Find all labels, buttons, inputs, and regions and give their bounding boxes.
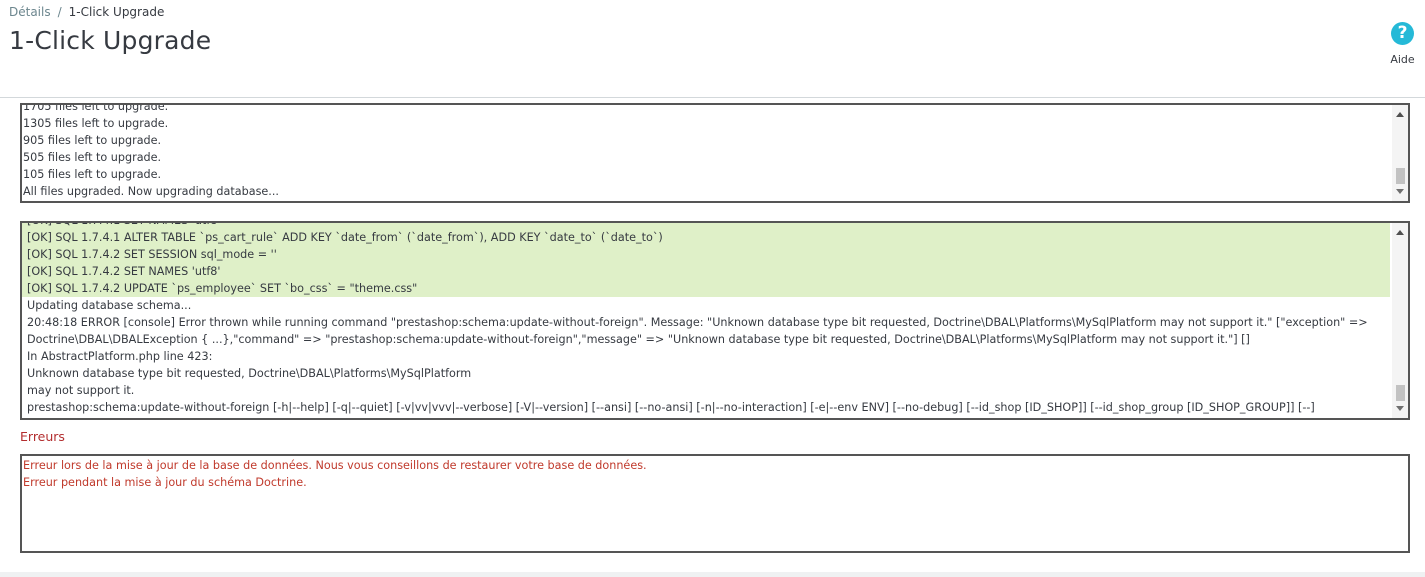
page-header: Détails/1-Click Upgrade 1-Click Upgrade … (0, 0, 1425, 98)
files-log-line: 1705 files left to upgrade. (23, 105, 169, 113)
files-log-line: All files upgraded. Now upgrading databa… (23, 185, 279, 198)
sql-ok-line: [OK] SQL 1.7.4.2 UPDATE `ps_employee` SE… (22, 280, 1390, 297)
help-label: Aide (1390, 53, 1415, 66)
upgrade-content: 1705 files left to upgrade. 1305 files le… (0, 98, 1425, 572)
errors-text: Erreur lors de la mise à jour de la base… (22, 456, 1390, 551)
files-log-scrollbar[interactable] (1392, 105, 1408, 201)
database-log-text: [OK] SQL 1.7.4.1 SET NAMES 'utf8'[OK] SQ… (22, 223, 1390, 418)
help-circle-icon: ? (1391, 22, 1414, 45)
error-message: Erreur pendant la mise à jour du schéma … (23, 476, 307, 489)
scroll-down-arrow-icon[interactable] (1396, 406, 1404, 411)
files-upgrade-log[interactable]: 1705 files left to upgrade. 1305 files le… (20, 103, 1410, 203)
database-log-scrollbar[interactable] (1392, 223, 1408, 418)
database-upgrade-log[interactable]: [OK] SQL 1.7.4.1 SET NAMES 'utf8'[OK] SQ… (20, 221, 1410, 420)
files-log-text: 1705 files left to upgrade. 1305 files le… (22, 105, 1390, 201)
errors-box[interactable]: Erreur lors de la mise à jour de la base… (20, 454, 1410, 553)
breadcrumb-parent-link[interactable]: Détails (9, 5, 51, 19)
help-button[interactable]: ? Aide (1380, 22, 1425, 66)
files-log-line: 905 files left to upgrade. (23, 134, 162, 147)
breadcrumb-separator: / (57, 5, 62, 19)
database-log-line: prestashop:schema:update-without-foreign… (27, 401, 1315, 414)
database-log-line: Unknown database type bit requested, Doc… (27, 367, 472, 380)
page-title: 1-Click Upgrade (9, 26, 212, 55)
scroll-thumb[interactable] (1396, 385, 1405, 401)
database-log-line: Updating database schema... (27, 299, 192, 312)
database-log-line: 20:48:18 ERROR [console] Error thrown wh… (27, 316, 1368, 346)
breadcrumb: Détails / 1-Click Upgrade (9, 5, 164, 19)
sql-ok-line: [OK] SQL 1.7.4.1 ALTER TABLE `ps_cart_ru… (22, 229, 1390, 246)
sql-ok-line: [OK] SQL 1.7.4.2 SET NAMES 'utf8' (22, 263, 1390, 280)
database-log-line: may not support it. (27, 384, 135, 397)
footer-strip (0, 572, 1425, 577)
sql-ok-line: [OK] SQL 1.7.4.2 SET SESSION sql_mode = … (22, 246, 1390, 263)
files-log-line: 505 files left to upgrade. (23, 151, 162, 164)
files-log-line: 105 files left to upgrade. (23, 168, 162, 181)
files-log-line: 1305 files left to upgrade. (23, 117, 169, 130)
error-message: Erreur lors de la mise à jour de la base… (23, 459, 647, 472)
scroll-up-arrow-icon[interactable] (1396, 112, 1404, 117)
errors-title: Erreurs (20, 429, 65, 444)
breadcrumb-current: 1-Click Upgrade (68, 5, 165, 19)
database-log-line: In AbstractPlatform.php line 423: (27, 350, 213, 363)
scroll-up-arrow-icon[interactable] (1396, 230, 1404, 235)
scroll-thumb[interactable] (1396, 168, 1405, 184)
scroll-down-arrow-icon[interactable] (1396, 189, 1404, 194)
